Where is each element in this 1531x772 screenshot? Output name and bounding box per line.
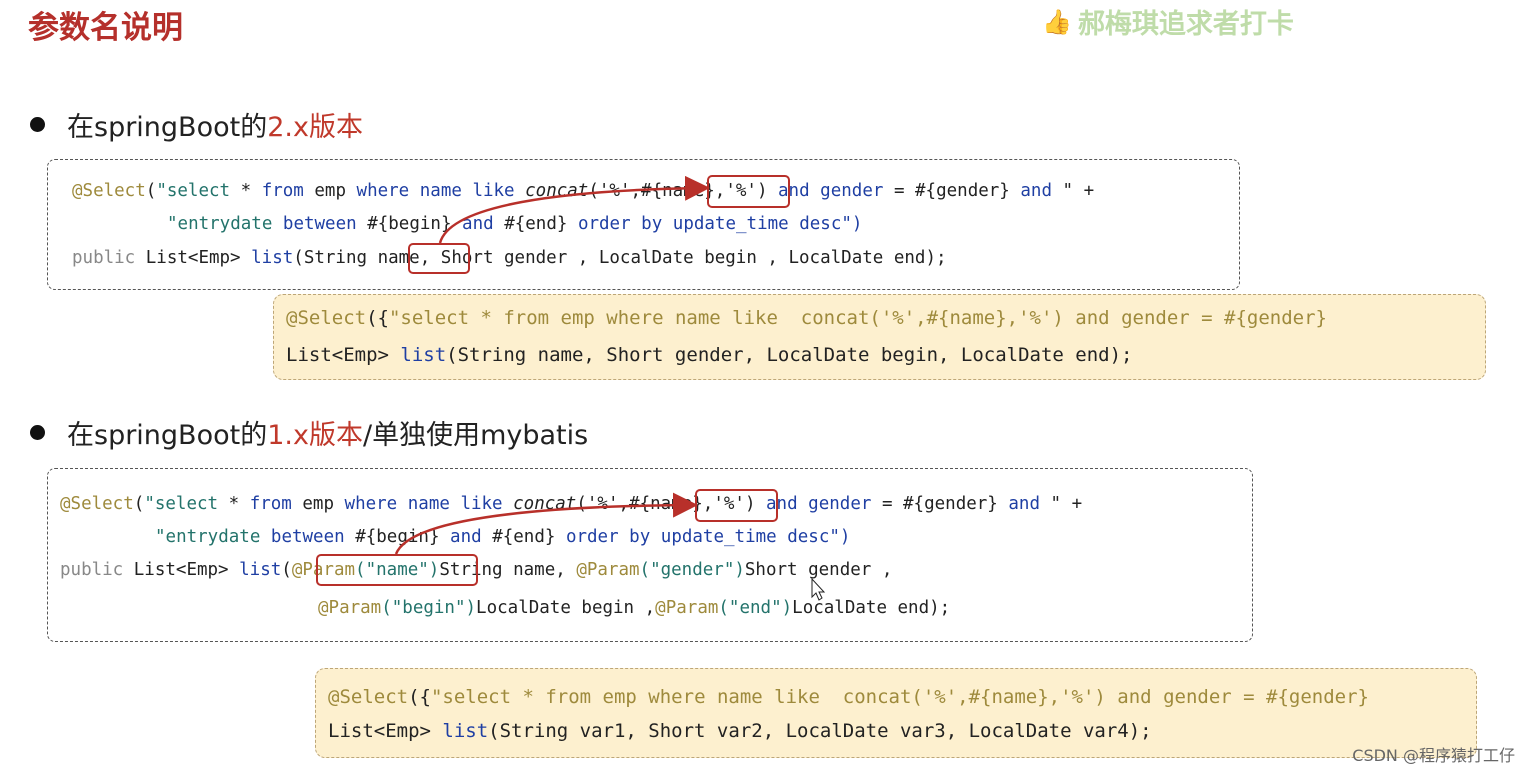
connector-arrows (394, 175, 826, 601)
arrow-name-to-placeholder (438, 175, 710, 244)
mouse-cursor-icon (811, 577, 826, 601)
footer-credit: CSDN @程序猿打工仔 (1352, 746, 1515, 765)
arrow-param-to-placeholder (394, 492, 698, 555)
